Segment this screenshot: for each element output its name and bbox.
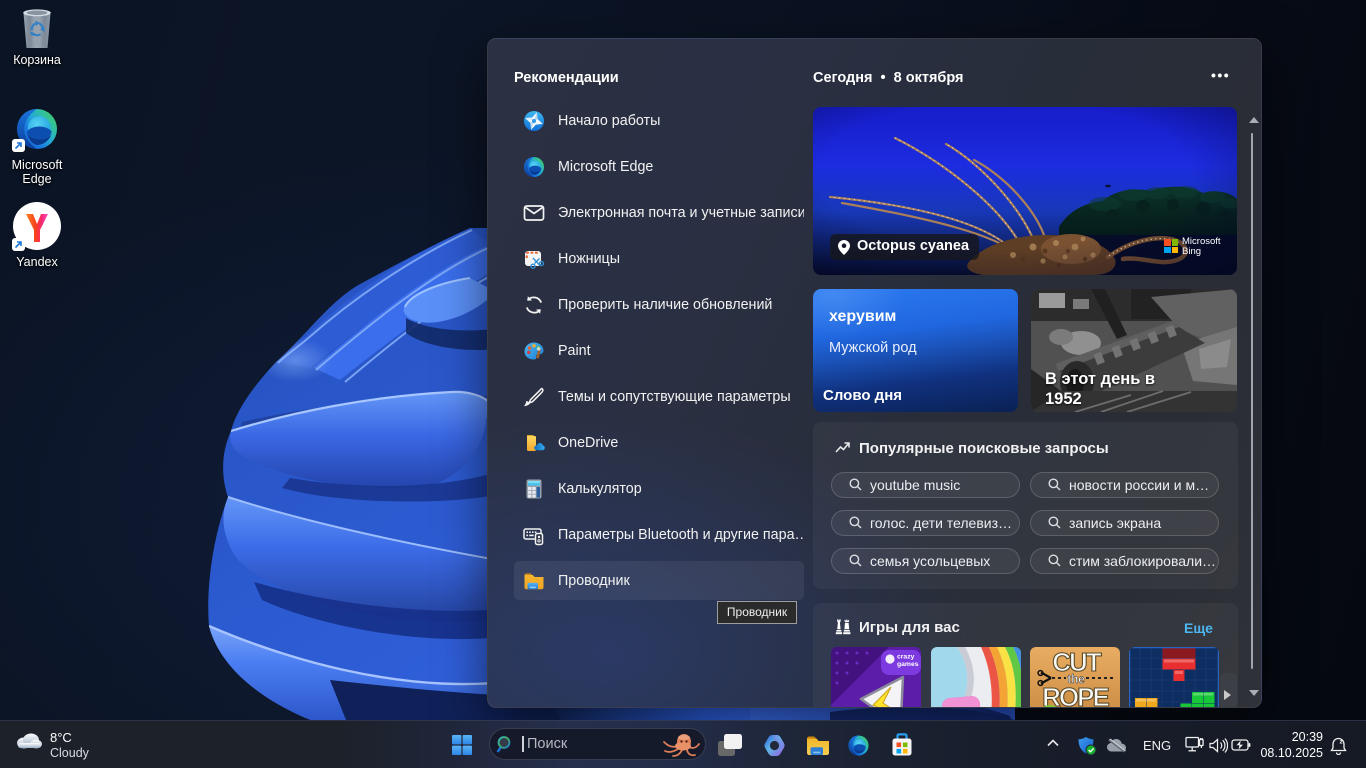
svg-text:games: games xyxy=(897,661,919,668)
svg-text:CUT: CUT xyxy=(1052,647,1102,677)
svg-text:crazy: crazy xyxy=(897,654,915,661)
svg-text:ROPE: ROPE xyxy=(1042,682,1109,708)
svg-text:z: z xyxy=(1340,739,1344,746)
